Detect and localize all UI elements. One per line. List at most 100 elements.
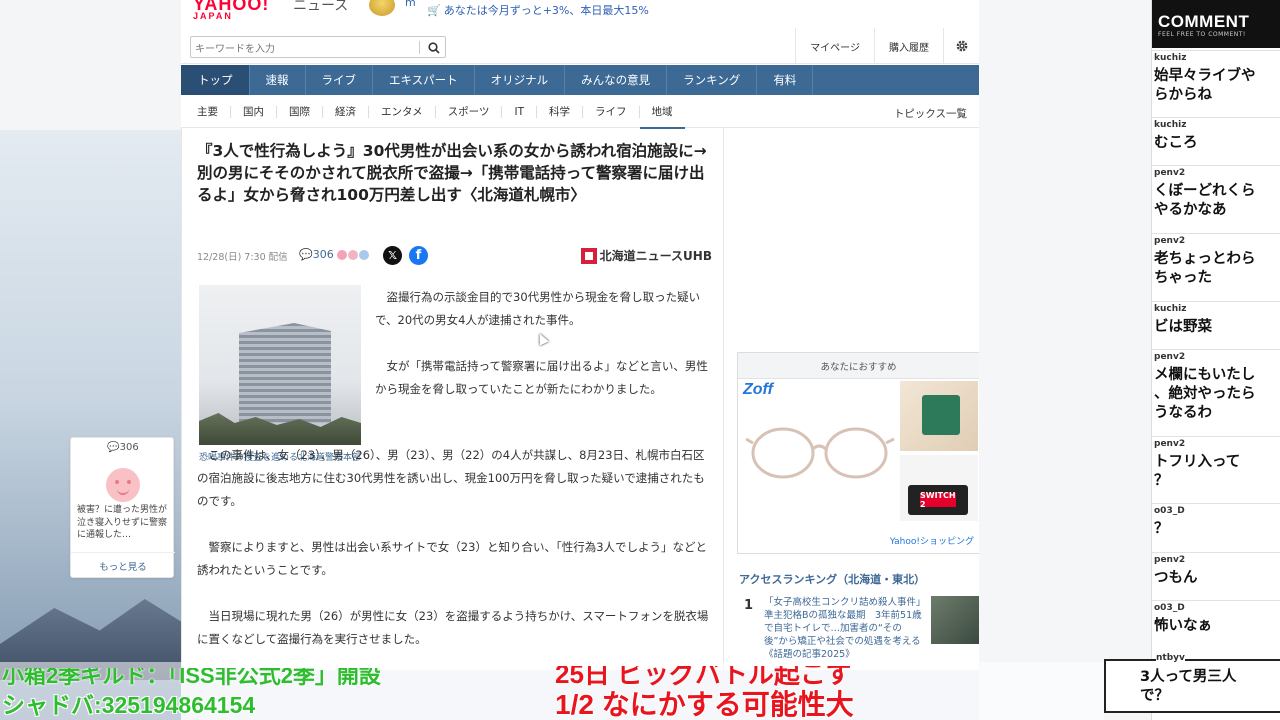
- recommend-panel: あなたにおすすめ Zoff SWITCH 2 Yahoo!ショッピング: [737, 352, 979, 554]
- reaction-icons[interactable]: [337, 250, 370, 260]
- paragraph: この事件は、女（23）、男（26）、男（23）、男（22）の4人が共謀し、8月2…: [197, 448, 705, 508]
- comment-message: ？: [1154, 521, 1169, 537]
- desktop-background: [0, 0, 181, 130]
- comment-message: トフリ入って ？: [1154, 454, 1241, 489]
- ranking-link[interactable]: 「女子高校生コンクリ詰め殺人事件」準主犯格Bの孤独な最期 3年前51歳で自宅トイ…: [764, 596, 924, 661]
- comment-user: kuchiz: [1154, 304, 1187, 314]
- article-headline: 『3人で性行為しよう』30代男性が出会い系の女から誘われ宿泊施設に→別の男にそそ…: [197, 142, 707, 204]
- search-input[interactable]: [191, 39, 415, 60]
- top-bar: YAHOO! JAPAN ニュース m 🛒 あなたは今月ずっと+3%、本日最大15%: [181, 0, 979, 22]
- ranking-thumbnail: [931, 596, 979, 644]
- comment-icon: 💬: [299, 248, 313, 261]
- see-more-link[interactable]: もっと見る: [71, 552, 175, 578]
- ranking-item[interactable]: 1 「女子高校生コンクリ詰め殺人事件」準主犯格Bの孤独な最期 3年前51歳で自宅…: [739, 596, 979, 666]
- comment-message: メ欄にもいたし 、絶対やったら うなるわ: [1154, 367, 1256, 421]
- paragraph: 警察によりますと、男性は出会い系サイトで女（23）と知り合い、「性行為3人でしよ…: [197, 540, 708, 577]
- stream-comment: penv2 くぼーどれくら やるかなあ: [1152, 165, 1280, 225]
- subnav-international[interactable]: 国際: [277, 105, 323, 118]
- comment-preview[interactable]: 被害？に遭った男性が 泣き寝入りせずに警察に通報した…: [77, 504, 171, 542]
- subnav-science[interactable]: 科学: [537, 105, 583, 118]
- article-body-top: 盗撮行為の示談金目的で30代男性から現金を脅し取った疑いで、20代の男女4人が逮…: [375, 286, 713, 424]
- user-face-icon: [106, 468, 140, 502]
- comment-message: 始早々ライブや らからね: [1154, 68, 1256, 103]
- subnav-main[interactable]: 主要: [181, 105, 231, 118]
- zoff-logo: Zoff: [743, 381, 773, 398]
- mypage-link[interactable]: マイページ: [795, 28, 874, 64]
- stream-comment: o03_D 怖いなぁ: [1152, 600, 1280, 642]
- nav-original[interactable]: オリジナル: [475, 65, 566, 95]
- subnav-local[interactable]: 地域: [639, 106, 685, 129]
- gear-icon[interactable]: [943, 28, 979, 64]
- nav-top[interactable]: トップ: [181, 65, 250, 95]
- article-photo[interactable]: [199, 285, 361, 445]
- telop-probability: 1/2 なにかする可能性大: [555, 689, 854, 720]
- nav-breaking[interactable]: 速報: [250, 65, 306, 95]
- comment-icon: 💬: [107, 442, 120, 453]
- comment-user: o03_D: [1154, 506, 1185, 516]
- comment-panel-header: COMMENT FEEL FREE TO COMMENT!: [1152, 0, 1280, 48]
- publish-date: 12/28(日) 7:30 配信: [197, 252, 288, 263]
- stream-comment-panel: COMMENT FEEL FREE TO COMMENT! kuchiz 始早々ラ…: [1151, 0, 1280, 720]
- source-link[interactable]: 北海道ニュースUHB: [580, 247, 712, 264]
- nav-live[interactable]: ライブ: [306, 65, 373, 95]
- article-meta: 12/28(日) 7:30 配信 💬306 𝕏 f 北海道ニュースUHB: [197, 246, 712, 266]
- nav-paid[interactable]: 有料: [757, 65, 814, 95]
- glasses-image: [746, 427, 895, 479]
- floating-comment-card: 💬306 被害？に遭った男性が 泣き寝入りせずに警察に通報した… もっと見る: [70, 437, 175, 578]
- comment-message: 怖いなぁ: [1154, 618, 1212, 634]
- subnav-sports[interactable]: スポーツ: [436, 105, 503, 118]
- news-page: YAHOO! JAPAN ニュース m 🛒 あなたは今月ずっと+3%、本日最大15%…: [181, 0, 979, 670]
- latest-comment-box: ntbyv 3人って男三人 で？: [1104, 653, 1280, 713]
- uhb-logo-icon: [580, 247, 597, 264]
- comment-user: o03_D: [1154, 603, 1185, 613]
- user-avatar-icon[interactable]: [369, 0, 395, 16]
- switch-image: SWITCH 2: [900, 455, 978, 521]
- search-icon[interactable]: [425, 39, 443, 56]
- comment-user: ntbyv: [1156, 653, 1185, 663]
- sub-nav: 主要 国内 国際 経済 エンタメ スポーツ IT 科学 ライフ 地域 トピックス…: [181, 96, 979, 129]
- stream-comment: penv2 つもん: [1152, 552, 1280, 594]
- comment-message: むころ: [1154, 135, 1198, 151]
- comment-user: kuchiz: [1154, 53, 1187, 63]
- nav-expert[interactable]: エキスパート: [373, 65, 475, 95]
- subnav-economy[interactable]: 経済: [323, 105, 369, 118]
- user-label[interactable]: m: [405, 0, 416, 9]
- comment-user: penv2: [1154, 352, 1186, 362]
- comment-panel-subtitle: FEEL FREE TO COMMENT!: [1158, 31, 1246, 38]
- purchase-history-link[interactable]: 購入履歴: [874, 28, 943, 64]
- x-share-icon[interactable]: 𝕏: [383, 246, 402, 265]
- ranking-title: アクセスランキング（北海道・東北）: [739, 573, 926, 586]
- topics-list-link[interactable]: トピックス一覧: [894, 106, 967, 121]
- nav-ranking[interactable]: ランキング: [667, 65, 758, 95]
- wallet-image: [900, 381, 978, 451]
- stream-comment: penv2 メ欄にもいたし 、絶対やったら うなるわ: [1152, 349, 1280, 429]
- paragraph: 当日現場に現れた男（26）が男性に女（23）を盗撮するよう持ちかけ、スマートフォ…: [197, 609, 709, 646]
- facebook-share-icon[interactable]: f: [409, 246, 428, 265]
- stream-comment: o03_D ？: [1152, 503, 1280, 545]
- comment-message: ビは野菜: [1154, 319, 1212, 335]
- subnav-domestic[interactable]: 国内: [231, 105, 277, 118]
- comment-message: つもん: [1154, 570, 1198, 586]
- stream-comment: penv2 トフリ入って ？: [1152, 436, 1280, 496]
- subnav-life[interactable]: ライフ: [583, 105, 640, 118]
- section-label[interactable]: ニュース: [293, 0, 348, 15]
- ad-banner[interactable]: Zoff SWITCH 2 Yahoo!ショッピング: [740, 379, 978, 551]
- subnav-entertainment[interactable]: エンタメ: [369, 105, 436, 118]
- stream-comment: kuchiz 始早々ライブや らからね: [1152, 50, 1280, 109]
- main-nav: トップ 速報 ライブ エキスパート オリジナル みんなの意見 ランキング 有料: [181, 65, 979, 95]
- promo-link[interactable]: 🛒 あなたは今月ずっと+3%、本日最大15%: [427, 2, 649, 18]
- comment-count-link[interactable]: 💬306: [299, 248, 334, 261]
- subnav-it[interactable]: IT: [502, 105, 537, 118]
- search-row: マイページ 購入履歴: [181, 28, 979, 64]
- comment-count[interactable]: 💬306: [71, 442, 175, 453]
- cart-icon: 🛒: [427, 4, 441, 17]
- desktop-wallpaper: [0, 130, 181, 720]
- yahoo-logo[interactable]: YAHOO! JAPAN: [193, 0, 269, 21]
- search-box: [190, 36, 446, 60]
- comment-user: penv2: [1154, 168, 1186, 178]
- comment-message: 老ちょっとわら ちゃった: [1154, 251, 1256, 286]
- comment-message: 3人って男三人 で？: [1140, 669, 1237, 704]
- comment-user: penv2: [1154, 236, 1186, 246]
- nav-opinions[interactable]: みんなの意見: [565, 65, 668, 95]
- yahoo-shopping-label: Yahoo!ショッピング: [889, 537, 974, 547]
